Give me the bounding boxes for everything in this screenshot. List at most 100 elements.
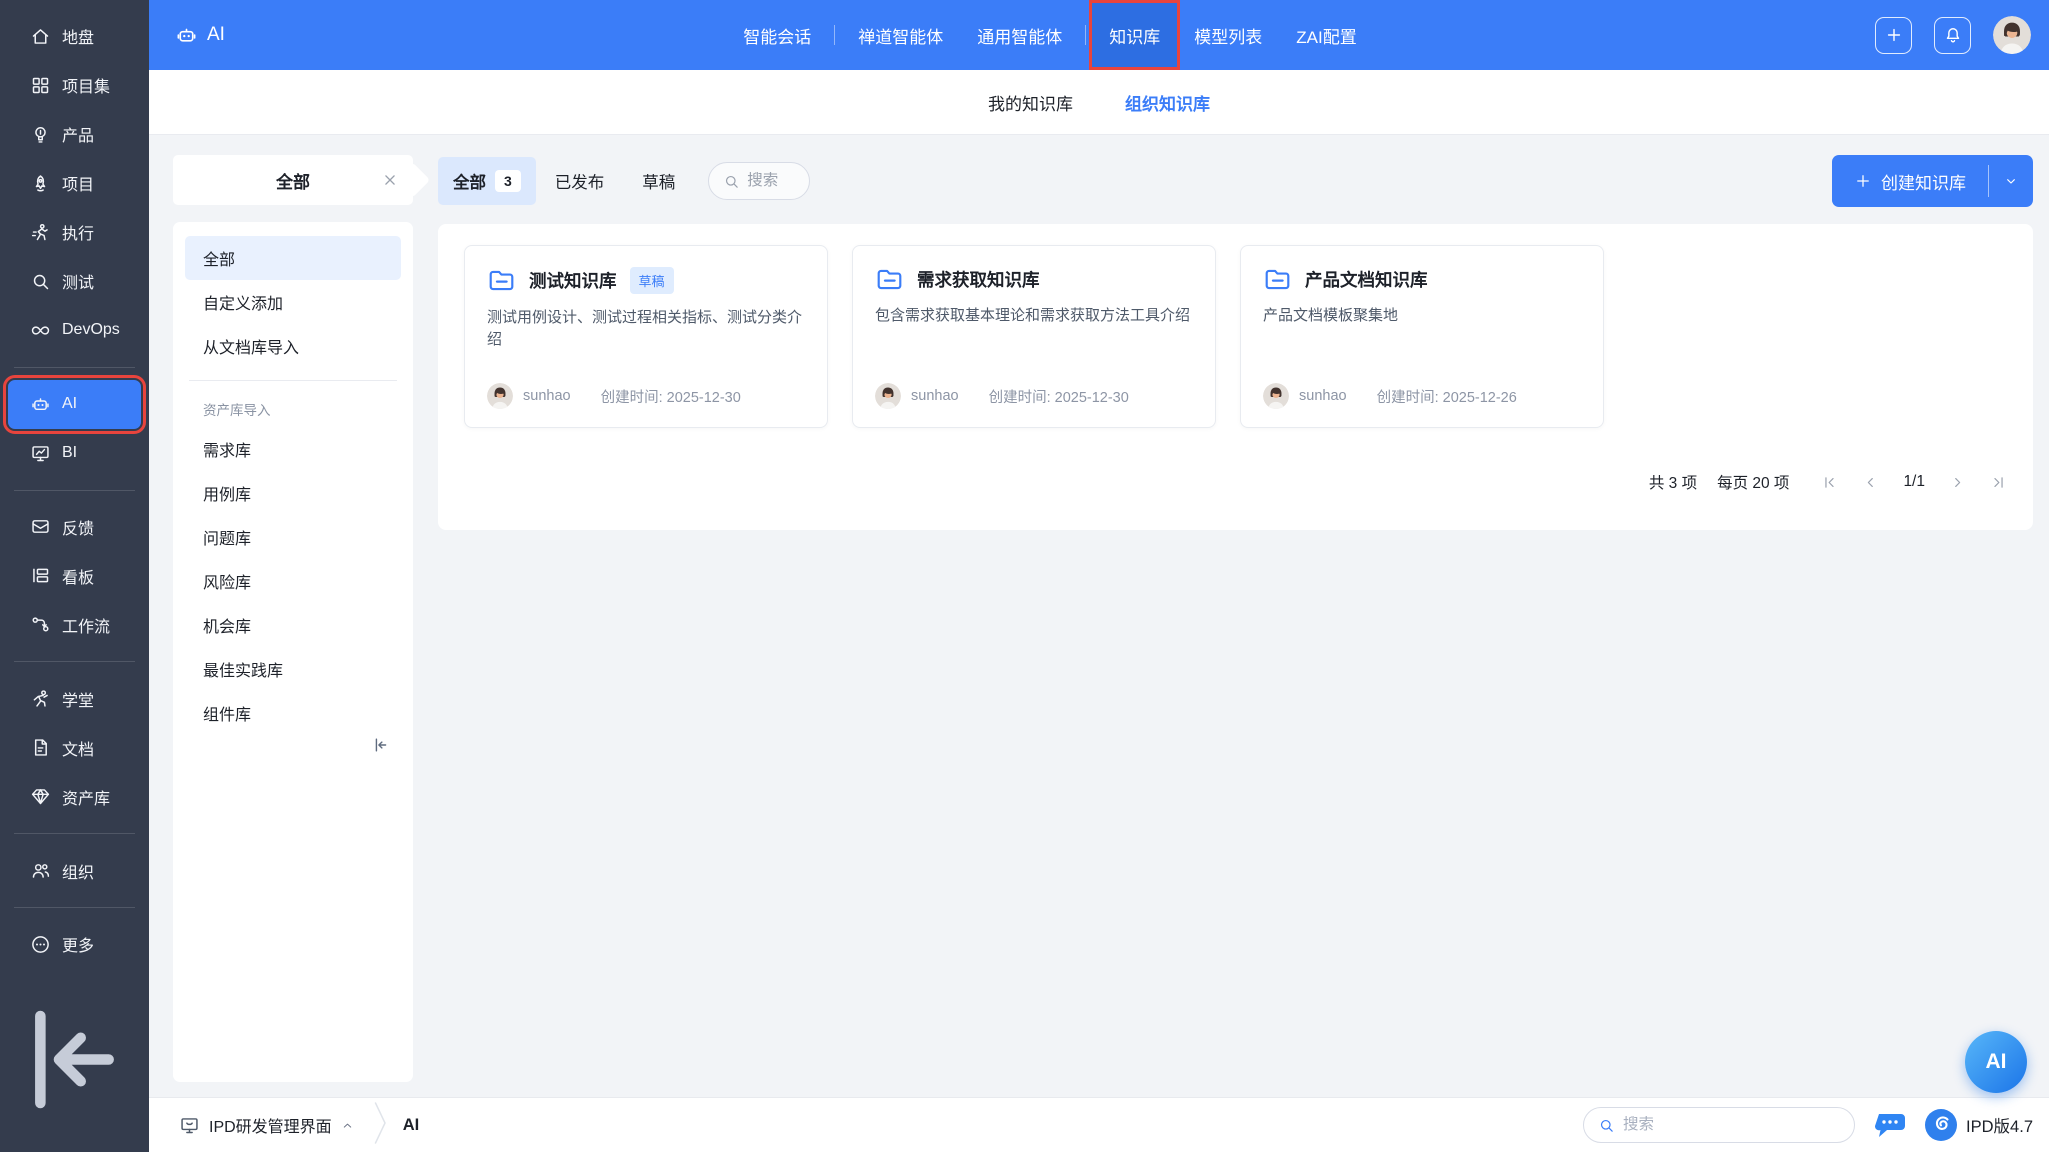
category-item-requirement-lib[interactable]: 需求库	[185, 427, 401, 471]
topnav-item-zai-config[interactable]: ZAI配置	[1279, 0, 1373, 70]
topnav-item-general-agents[interactable]: 通用智能体	[960, 0, 1079, 70]
add-button[interactable]	[1875, 16, 1912, 54]
sidebar-item-qa[interactable]: 测试	[8, 257, 141, 306]
sidebar-item-label: 看板	[62, 569, 95, 587]
create-dropdown-toggle[interactable]	[1989, 155, 2033, 207]
prev-page-icon[interactable]	[1862, 474, 1879, 491]
sidebar-item-label: DevOps	[62, 321, 120, 339]
sidebar-divider	[14, 489, 135, 491]
knowledge-base-card[interactable]: 产品文档知识库 产品文档模板聚集地 sunhao 创建时间: 2025-12-2…	[1240, 245, 1604, 428]
filter-tab-draft[interactable]: 草稿	[623, 157, 694, 205]
first-page-icon[interactable]	[1821, 474, 1838, 491]
school-icon	[30, 688, 51, 709]
sidebar-item-feedback[interactable]: 反馈	[8, 503, 141, 552]
sidebar-item-home[interactable]: 地盘	[8, 12, 141, 61]
primary-sidebar: 地盘 项目集 产品 项目 执行 测试 DevOps AI BI 反馈 看板 工作…	[0, 0, 149, 1152]
sidebar-item-program[interactable]: 项目集	[8, 61, 141, 110]
sidebar-item-execution[interactable]: 执行	[8, 208, 141, 257]
topnav-item-knowledge-base[interactable]: 知识库	[1092, 3, 1178, 67]
category-item-all[interactable]: 全部	[185, 236, 401, 280]
card-description: 包含需求获取基本理论和需求获取方法工具介绍	[875, 307, 1191, 324]
app-switcher[interactable]: IPD研发管理界面	[179, 1113, 354, 1137]
owner-name: sunhao	[1299, 388, 1347, 404]
pagination-per-page[interactable]: 每页 20 项	[1717, 471, 1789, 493]
owner-avatar	[875, 383, 901, 409]
last-page-icon[interactable]	[1990, 474, 2007, 491]
category-item-opportunity-lib[interactable]: 机会库	[185, 603, 401, 647]
close-icon[interactable]	[381, 171, 399, 189]
folder-icon	[1263, 267, 1292, 292]
topnav-item-model-list[interactable]: 模型列表	[1177, 0, 1279, 70]
home-icon	[30, 26, 51, 47]
card-description: 产品文档模板聚集地	[1263, 307, 1399, 324]
category-item-risk-lib[interactable]: 风险库	[185, 559, 401, 603]
card-footer: sunhao 创建时间: 2025-12-26	[1263, 383, 1581, 409]
card-created-time: 创建时间: 2025-12-30	[600, 389, 741, 406]
sidebar-item-label: 学堂	[62, 692, 95, 710]
tab-org-knowledge-base[interactable]: 组织知识库	[1125, 90, 1210, 115]
brand-area: IPD版4.7	[1925, 1109, 2033, 1141]
user-avatar[interactable]	[1993, 16, 2031, 54]
knowledge-base-card[interactable]: 测试知识库 草稿 测试用例设计、测试过程相关指标、测试分类介绍 sunhao 创…	[464, 245, 828, 428]
sidebar-item-workflow[interactable]: 工作流	[8, 600, 141, 649]
category-item-component-lib[interactable]: 组件库	[185, 691, 401, 735]
tab-my-knowledge-base[interactable]: 我的知识库	[988, 90, 1073, 115]
sidebar-item-assets[interactable]: 资产库	[8, 772, 141, 821]
list-search-input[interactable]	[747, 172, 796, 190]
owner-avatar	[487, 383, 513, 409]
topnav-item-zentao-agents[interactable]: 禅道智能体	[841, 0, 960, 70]
floating-ai-assistant-button[interactable]: AI	[1965, 1031, 2027, 1093]
floating-ai-label: AI	[1985, 1050, 2007, 1073]
next-page-icon[interactable]	[1949, 474, 1966, 491]
sidebar-item-bi[interactable]: BI	[8, 429, 141, 478]
sidebar-item-doc[interactable]: 文档	[8, 723, 141, 772]
global-search-input[interactable]	[1623, 1116, 1814, 1134]
category-item-usecase-lib[interactable]: 用例库	[185, 471, 401, 515]
chat-bubble-icon[interactable]	[1873, 1110, 1907, 1140]
filter-tab-all-label: 全部	[453, 174, 486, 192]
app-window: 地盘 项目集 产品 项目 执行 测试 DevOps AI BI 反馈 看板 工作…	[0, 0, 2049, 1152]
filter-tab-all[interactable]: 全部 3	[438, 157, 536, 205]
sidebar-item-label: 执行	[62, 226, 95, 244]
create-knowledge-base-button[interactable]: 创建知识库	[1832, 155, 2033, 207]
sidebar-item-school[interactable]: 学堂	[8, 674, 141, 723]
qa-search-icon	[30, 271, 51, 292]
feedback-mail-icon	[30, 516, 51, 537]
category-item-best-practice-lib[interactable]: 最佳实践库	[185, 647, 401, 691]
create-knowledge-base-main[interactable]: 创建知识库	[1832, 155, 1988, 207]
category-filter-tag[interactable]: 全部	[173, 155, 413, 205]
category-item-issue-lib[interactable]: 问题库	[185, 515, 401, 559]
sidebar-item-project[interactable]: 项目	[8, 159, 141, 208]
sidebar-item-label: 反馈	[62, 520, 95, 538]
list-search-box[interactable]	[708, 162, 811, 200]
project-rocket-icon	[30, 173, 51, 194]
sidebar-item-label: 资产库	[62, 790, 111, 808]
sidebar-collapse-button[interactable]	[0, 969, 149, 1152]
panel-collapse-icon[interactable]	[371, 735, 391, 755]
sidebar-item-devops[interactable]: DevOps	[8, 306, 141, 355]
search-icon	[1598, 1117, 1615, 1134]
notifications-button[interactable]	[1934, 16, 1971, 54]
monitor-icon	[179, 1115, 200, 1136]
sidebar-item-kanban[interactable]: 看板	[8, 551, 141, 600]
sidebar-item-org[interactable]: 组织	[8, 846, 141, 895]
folder-icon	[875, 267, 904, 292]
category-item-custom-add[interactable]: 自定义添加	[185, 280, 401, 324]
sidebar-item-label: 工作流	[62, 618, 111, 636]
filter-tab-published[interactable]: 已发布	[536, 157, 624, 205]
sidebar-item-product[interactable]: 产品	[8, 110, 141, 159]
sidebar-item-label: 地盘	[62, 30, 95, 48]
sidebar-item-more[interactable]: 更多	[8, 920, 141, 969]
topnav-item-smart-chat[interactable]: 智能会话	[726, 0, 828, 70]
card-footer: sunhao 创建时间: 2025-12-30	[487, 383, 805, 409]
more-ellipsis-icon	[30, 934, 51, 955]
sidebar-item-label: 文档	[62, 741, 95, 759]
category-item-import-from-doc[interactable]: 从文档库导入	[185, 324, 401, 368]
global-search-box[interactable]	[1583, 1107, 1856, 1143]
knowledge-base-card[interactable]: 需求获取知识库 包含需求获取基本理论和需求获取方法工具介绍 sunhao 创建时…	[852, 245, 1216, 428]
app-label: AI	[175, 24, 225, 47]
sidebar-item-ai[interactable]: AI	[3, 374, 146, 434]
app-switcher-label: IPD研发管理界面	[209, 1119, 332, 1136]
chevron-up-icon	[341, 1119, 354, 1132]
devops-infinity-icon	[30, 320, 51, 341]
